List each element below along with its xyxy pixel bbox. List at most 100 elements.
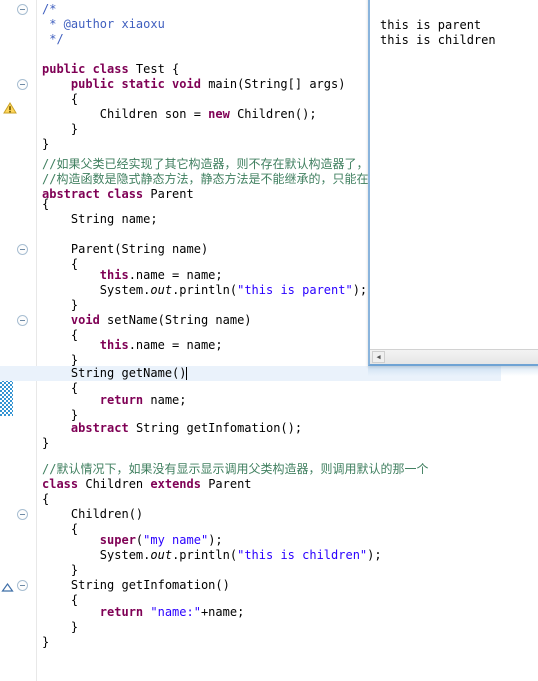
fold-collapse-icon[interactable] [17,4,28,15]
code-token: public static void [70,77,209,91]
code-token: * @author xiaoxu [42,17,165,31]
code-token: System. [42,548,151,562]
console-output-text: this is parent this is children [380,18,496,47]
code-line[interactable]: Parent(String name) [42,242,208,257]
code-token: main(String[] args) [208,77,346,91]
code-token: System. [42,283,151,297]
code-line[interactable]: public static void main(String[] args) [42,77,346,92]
code-line[interactable]: public class Test { [42,62,179,77]
code-line[interactable]: String name; [42,212,158,227]
code-token: .name = name; [128,338,223,352]
code-token: } [42,353,79,367]
code-token: "this is children" [237,548,368,562]
code-token: class [42,477,86,491]
code-token: Parent [208,477,252,491]
code-line[interactable]: } [42,635,49,650]
code-line[interactable]: System.out.println("this is children"); [42,548,382,563]
scroll-left-arrow-icon[interactable]: ◀ [372,351,385,363]
ide-window: /* * @author xiaoxu */ public class Test … [0,0,538,681]
code-token: } [42,137,50,151]
code-token: //构造函数是隐式静态方法，静态方法是不能继承的，只能在 [42,172,369,186]
warning-icon[interactable] [2,100,18,116]
console-panel[interactable]: this is parent this is children ◀ [368,0,538,366]
code-line[interactable]: } [42,298,78,313]
code-token: } [42,635,50,649]
code-line[interactable]: */ [42,32,63,47]
code-line[interactable]: } [42,122,78,137]
code-line[interactable]: abstract String getInfomation(); [42,421,302,436]
fold-collapse-icon[interactable] [17,509,28,520]
code-token: } [42,298,79,312]
code-token: /* [42,2,57,16]
fold-collapse-icon[interactable] [17,315,28,326]
code-token: abstract [70,421,136,435]
code-line[interactable]: String getInfomation() [42,578,230,593]
code-token: Children() [42,507,144,521]
code-line[interactable]: Children() [42,507,143,522]
editor-folding-gutter[interactable] [1,0,36,681]
code-line[interactable]: } [42,620,78,635]
code-line[interactable]: String getName() [42,366,187,381]
code-line[interactable]: abstract class Parent [42,187,194,202]
code-token: Test { [135,62,180,76]
code-line[interactable]: * @author xiaoxu [42,17,165,32]
code-line[interactable]: class Children extends Parent [42,477,252,492]
code-line[interactable]: return "name:"+name; [42,605,245,620]
fold-collapse-icon[interactable] [17,79,28,90]
code-token: ); [367,548,382,562]
code-line[interactable]: { [42,197,49,212]
code-token: public class [42,62,136,76]
selection-range-marker [0,378,13,416]
code-token: String getInfomation(); [135,421,303,435]
code-token: ); [208,533,223,547]
text-caret [186,367,188,380]
code-token: return [99,605,151,619]
code-token: extends [150,477,209,491]
code-token: this [99,268,129,282]
code-token: Parent(String name) [42,242,209,256]
code-token: super [99,533,136,547]
code-line[interactable]: } [42,436,49,451]
code-line[interactable]: { [42,492,49,507]
code-token: out [150,548,173,562]
code-line[interactable]: } [42,137,49,152]
fold-collapse-icon[interactable] [17,580,28,591]
code-token: } [42,122,79,136]
code-line[interactable]: /* [42,2,56,17]
code-token: abstract class [42,187,151,201]
override-indicator-icon[interactable] [1,579,14,592]
code-token: String getName() [42,366,187,380]
code-line[interactable]: Children son = new Children(); [42,107,317,122]
code-line[interactable]: //默认情况下，如果没有显示显示调用父类构造器，则调用默认的那一个 [42,462,428,477]
console-horizontal-scrollbar[interactable]: ◀ [370,349,538,364]
code-line[interactable]: void setName(String name) [42,313,252,328]
code-line[interactable]: return name; [42,393,187,408]
code-token: String name; [42,212,158,226]
code-token: +name; [200,605,245,619]
code-line[interactable]: super("my name"); [42,533,223,548]
code-token: new [208,107,238,121]
code-token: setName(String name) [107,313,252,327]
code-token: String getInfomation() [42,578,230,592]
code-line[interactable]: { [42,92,78,107]
code-token: Children son = [42,107,209,121]
code-token: out [150,283,173,297]
code-token: .name = name; [128,268,223,282]
code-line[interactable]: this.name = name; [42,268,223,283]
code-token: "my name" [143,533,209,547]
code-line[interactable]: } [42,563,78,578]
code-token: Children [85,477,151,491]
code-token: } [42,436,50,450]
code-line[interactable]: //构造函数是隐式静态方法，静态方法是不能继承的，只能在 [42,172,368,187]
code-line[interactable]: this.name = name; [42,338,223,353]
code-line[interactable]: System.out.println("this is parent"); [42,283,367,298]
code-line[interactable]: //如果父类已经实现了其它构造器，则不存在默认构造器了， [42,157,368,172]
code-token: //如果父类已经实现了其它构造器，则不存在默认构造器了， [42,157,369,171]
fold-collapse-icon[interactable] [17,244,28,255]
